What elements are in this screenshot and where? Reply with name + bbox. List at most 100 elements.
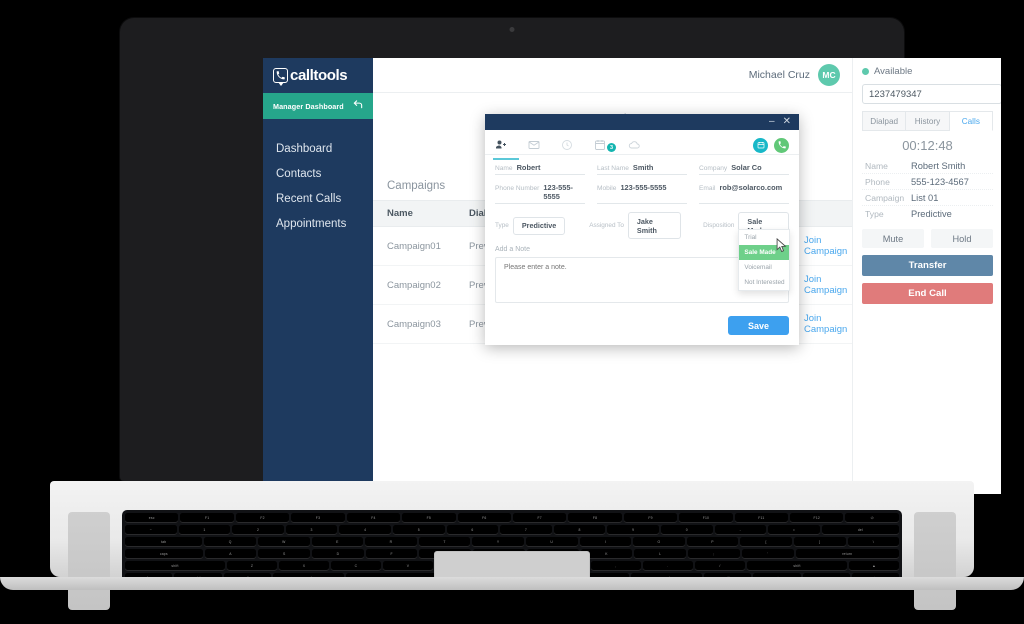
mute-hold-row: Mute Hold [862, 229, 993, 248]
sidebar-item-label: Recent Calls [276, 192, 342, 205]
sidebar-item-label: Contacts [276, 167, 322, 180]
dropdown-option-not-interested[interactable]: Not Interested [739, 275, 789, 290]
logo-text-wrap: calltools [273, 67, 348, 86]
assigned-to-select[interactable]: Jake Smith [627, 212, 682, 239]
tab-email[interactable] [528, 136, 561, 154]
key: / [695, 561, 745, 571]
key: F [365, 549, 418, 559]
field-value: Predictive [911, 208, 952, 219]
tab-dialpad[interactable]: Dialpad [862, 111, 907, 131]
field-value: Smith [632, 163, 654, 172]
tab-appointments[interactable]: 3 [594, 136, 627, 154]
field-value: 123-555-5555 [620, 183, 667, 192]
agent-status[interactable]: Available [862, 66, 993, 77]
end-call-button[interactable]: End Call [862, 283, 993, 304]
modal-body: Name Robert Last Name Smith Company Sola… [485, 155, 799, 345]
key: esc [125, 513, 179, 523]
key: ' [741, 549, 794, 559]
key: . [643, 561, 693, 571]
field-value: 123-555-5555 [543, 183, 573, 201]
mute-button[interactable]: Mute [862, 229, 924, 248]
field-value: List 01 [911, 192, 939, 203]
modal-titlebar[interactable]: – ✕ [485, 114, 799, 130]
keyboard-row: esc F1 F2 F3 F4 F5 F6 F7 F8 F9 F10 F11 F12 ⏻ [125, 513, 899, 523]
call-icon[interactable] [774, 137, 789, 153]
key: 2 [232, 525, 284, 535]
key: Q [204, 537, 256, 547]
manager-dashboard-banner[interactable]: Manager Dashboard [263, 93, 373, 119]
appointments-badge: 3 [607, 143, 616, 152]
tab-history[interactable] [561, 136, 594, 154]
key: [ [740, 537, 792, 547]
field-label: Name [495, 165, 513, 172]
field-last-name[interactable]: Last Name Smith [597, 163, 687, 175]
call-field-phone: Phone 555-123-4567 [862, 174, 993, 190]
sidebar-item-appointments[interactable]: Appointments [263, 211, 373, 236]
sidebar-nav: Dashboard Contacts Recent Calls Appointm… [263, 119, 373, 236]
key: shift [747, 561, 847, 571]
schedule-icon[interactable] [753, 137, 768, 153]
save-button[interactable]: Save [728, 316, 789, 335]
mouse-cursor-icon [776, 237, 787, 258]
call-timer: 00:12:48 [902, 138, 953, 153]
tab-calls[interactable]: Calls [949, 111, 993, 131]
field-mobile[interactable]: Mobile 123-555-5555 [597, 183, 687, 204]
tab-contact[interactable] [493, 136, 528, 160]
hold-button[interactable]: Hold [931, 229, 993, 248]
key: 4 [339, 525, 391, 535]
col-name[interactable]: Name [373, 200, 461, 227]
field-company[interactable]: Company Solar Co [699, 163, 789, 175]
speaker-grill-right [914, 512, 956, 610]
manager-dashboard-label: Manager Dashboard [273, 101, 344, 111]
key: F9 [623, 513, 678, 523]
join-campaign-link[interactable]: Join Campaign [796, 304, 852, 344]
sidebar-item-contacts[interactable]: Contacts [263, 161, 373, 186]
field-email[interactable]: Email rob@solarco.com [699, 183, 789, 204]
key: caps [125, 549, 203, 559]
modal-row-1: Name Robert Last Name Smith Company Sola… [495, 163, 789, 175]
transfer-button[interactable]: Transfer [862, 255, 993, 276]
call-field-name: Name Robert Smith [862, 158, 993, 174]
join-campaign-link[interactable]: Join Campaign [796, 226, 852, 266]
sidebar-item-label: Dashboard [276, 142, 333, 155]
status-dot-icon [862, 68, 869, 75]
avatar[interactable]: MC [818, 64, 840, 86]
app-logo[interactable]: calltools [263, 58, 373, 93]
modal-action-icons [753, 137, 789, 153]
sidebar-item-dashboard[interactable]: Dashboard [263, 136, 373, 161]
minimize-icon[interactable]: – [769, 117, 775, 127]
field-phone-number[interactable]: Phone Number 123-555-5555 [495, 183, 585, 204]
sidebar-item-recent-calls[interactable]: Recent Calls [263, 186, 373, 211]
modal-tabbar: 3 [485, 130, 799, 160]
status-label: Available [874, 66, 913, 77]
key: 5 [392, 525, 445, 535]
key: ▲ [849, 561, 899, 571]
keyboard-row: tab Q W E R T Y U I O P[] \ [125, 537, 900, 547]
dial-input[interactable] [862, 84, 1001, 104]
key: 9 [607, 525, 659, 535]
key: ~ [125, 525, 177, 535]
field-value: Robert Smith [911, 160, 966, 171]
field-label: Phone Number [495, 185, 540, 192]
call-field-type: Type Predictive [862, 206, 993, 221]
field-label: Mobile [597, 185, 617, 192]
field-first-name[interactable]: Name Robert [495, 163, 585, 175]
key: P [686, 537, 739, 547]
tab-history[interactable]: History [906, 111, 950, 131]
type-select[interactable]: Predictive [512, 216, 566, 235]
sidebar: calltools Manager Dashboard Dashboard Co… [263, 58, 373, 494]
key: F4 [346, 513, 401, 523]
key: 7 [500, 525, 552, 535]
key: I [579, 537, 632, 547]
key: 3 [285, 525, 338, 535]
field-disposition: Disposition Sale Made Trial Sale Made Vo… [703, 212, 791, 291]
switch-back-icon[interactable] [352, 97, 364, 115]
close-icon[interactable]: ✕ [783, 117, 791, 127]
cell-name: Campaign01 [373, 226, 461, 266]
key: F5 [402, 513, 456, 523]
key: F10 [679, 513, 733, 523]
screenshot-stage: calltools Manager Dashboard Dashboard Co… [0, 0, 1024, 624]
dropdown-option-voicemail[interactable]: Voicemail [739, 260, 789, 275]
tab-cloud[interactable] [627, 136, 660, 154]
join-campaign-link[interactable]: Join Campaign [796, 265, 852, 305]
